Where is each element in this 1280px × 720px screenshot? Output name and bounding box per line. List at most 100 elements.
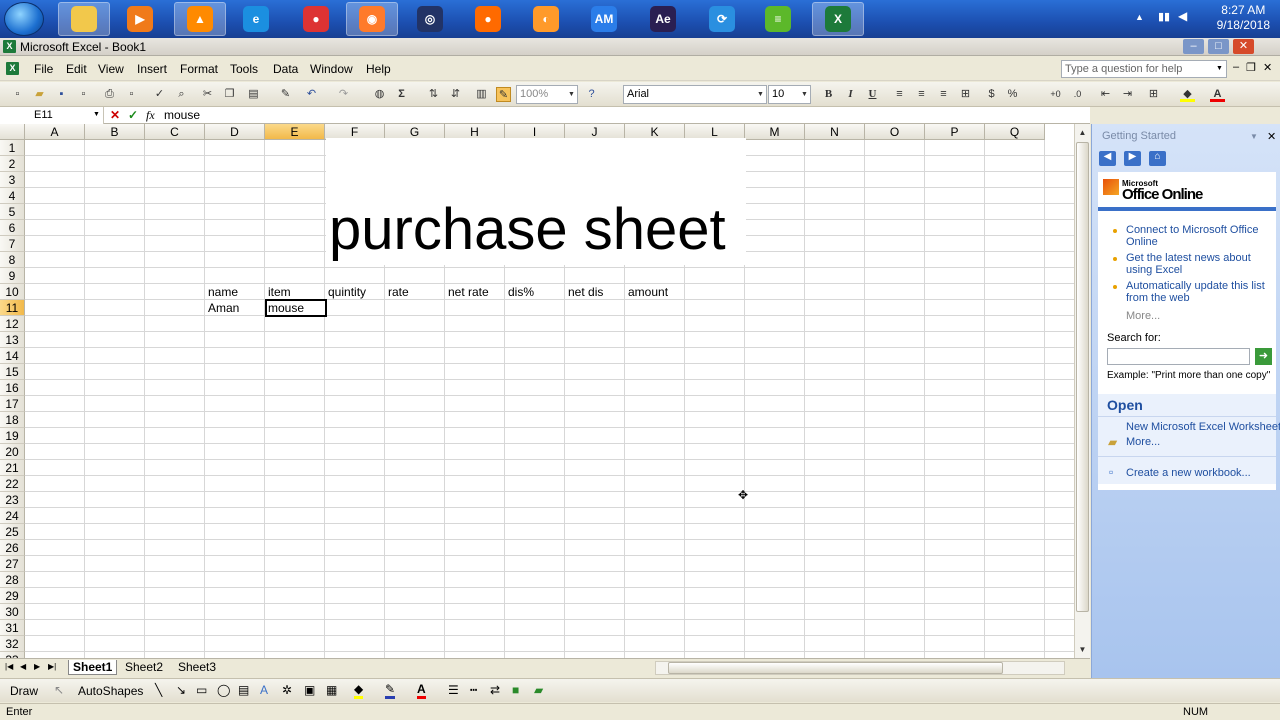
open-more-link[interactable]: More... (1126, 436, 1160, 448)
row-header-27[interactable]: 27 (0, 556, 25, 572)
column-header-a[interactable]: A (25, 124, 85, 140)
search-input[interactable] (1107, 348, 1250, 365)
row-header-22[interactable]: 22 (0, 476, 25, 492)
align-left-icon[interactable]: ≡ (892, 87, 907, 102)
tab-sheet1[interactable]: Sheet1 (68, 660, 118, 675)
vertical-scroll-thumb[interactable] (1076, 142, 1089, 612)
copy-icon[interactable]: ❐ (222, 87, 237, 102)
cell-header-net-discount[interactable]: net dis (565, 284, 603, 300)
print-icon[interactable]: ⎙ (102, 87, 117, 102)
row-header-2[interactable]: 2 (0, 156, 25, 172)
size-dropdown-icon[interactable]: ▼ (799, 86, 810, 103)
picture-icon[interactable]: ▦ (326, 683, 337, 697)
underline-button[interactable]: U (865, 87, 880, 102)
name-box-dropdown-icon[interactable]: ▼ (93, 111, 100, 118)
minimize-button[interactable]: – (1183, 39, 1204, 54)
column-header-d[interactable]: D (205, 124, 265, 140)
column-header-q[interactable]: Q (985, 124, 1045, 140)
latest-news-link[interactable]: Get the latest news about using Excel (1126, 252, 1274, 276)
first-sheet-icon[interactable]: |◀ (5, 662, 13, 671)
tab-sheet3[interactable]: Sheet3 (178, 660, 216, 674)
menu-help[interactable]: Help (366, 62, 391, 76)
row-header-10[interactable]: 10 (0, 284, 25, 300)
font-color-icon[interactable]: A (1210, 87, 1225, 102)
scroll-down-icon[interactable]: ▼ (1076, 643, 1089, 656)
row-header-3[interactable]: 3 (0, 172, 25, 188)
taskbar-app-sync-app[interactable]: ⟳ (696, 2, 748, 36)
chart-wizard-icon[interactable]: ▥ (474, 87, 489, 102)
zoom-combo[interactable]: 100% ▼ (516, 85, 578, 104)
help-icon[interactable]: ? (584, 87, 599, 102)
decrease-decimal-icon[interactable]: .0 (1070, 87, 1085, 102)
volume-icon[interactable]: ◀ (1178, 9, 1187, 23)
more-link[interactable]: More... (1126, 310, 1160, 322)
oval-icon[interactable]: ◯ (217, 683, 230, 697)
sort-ascending-icon[interactable]: ⇅ (426, 87, 441, 102)
decrease-indent-icon[interactable]: ⇤ (1098, 87, 1113, 102)
row-header-20[interactable]: 20 (0, 444, 25, 460)
undo-icon[interactable]: ↶ (304, 87, 319, 102)
cell-row11-name[interactable]: Aman (205, 300, 239, 316)
row-header-13[interactable]: 13 (0, 332, 25, 348)
sheet-title[interactable]: purchase sheet (326, 138, 746, 265)
start-button[interactable] (4, 2, 44, 36)
menu-file[interactable]: File (34, 62, 53, 76)
connect-office-link[interactable]: Connect to Microsoft Office Online (1126, 224, 1271, 248)
row-header-26[interactable]: 26 (0, 540, 25, 556)
row-header-16[interactable]: 16 (0, 380, 25, 396)
row-header-21[interactable]: 21 (0, 460, 25, 476)
cell-header-net-rate[interactable]: net rate (445, 284, 489, 300)
size-combo[interactable]: 10 ▼ (768, 85, 811, 104)
textbox-icon[interactable]: ▤ (238, 683, 249, 697)
column-header-c[interactable]: C (145, 124, 205, 140)
print-preview-icon[interactable]: ▫ (124, 87, 139, 102)
font-dropdown-icon[interactable]: ▼ (755, 86, 766, 103)
arrow-style-icon[interactable]: ⇄ (490, 683, 500, 697)
increase-indent-icon[interactable]: ⇥ (1120, 87, 1135, 102)
row-header-9[interactable]: 9 (0, 268, 25, 284)
cell-header-quantity[interactable]: quintity (325, 284, 366, 300)
paste-icon[interactable]: ▤ (246, 87, 261, 102)
new-worksheet-link[interactable]: New Microsoft Excel Worksheet (1126, 421, 1280, 433)
row-header-25[interactable]: 25 (0, 524, 25, 540)
new-icon[interactable]: ▫ (10, 87, 25, 102)
cell-header-amount[interactable]: amount (625, 284, 668, 300)
task-pane-dropdown-icon[interactable]: ▼ (1250, 132, 1258, 141)
line-color-icon[interactable]: ✎ (385, 682, 396, 699)
taskbar-app-bluestacks[interactable]: ≡ (752, 2, 804, 36)
menu-data[interactable]: Data (273, 62, 298, 76)
row-header-11[interactable]: 11 (0, 300, 25, 316)
cut-icon[interactable]: ✂ (200, 87, 215, 102)
row-header-19[interactable]: 19 (0, 428, 25, 444)
row-header-4[interactable]: 4 (0, 188, 25, 204)
taskbar-app-file-explorer[interactable] (58, 2, 110, 36)
formula-input[interactable]: mouse (164, 108, 200, 122)
auto-update-link[interactable]: Automatically update this list from the … (1126, 280, 1271, 304)
font-color-draw-icon[interactable]: A (417, 682, 426, 699)
doc-minimize-button[interactable]: – (1233, 61, 1239, 73)
font-combo[interactable]: Arial ▼ (623, 85, 767, 104)
cancel-entry-icon[interactable]: ✕ (110, 108, 120, 122)
row-header-5[interactable]: 5 (0, 204, 25, 220)
menu-edit[interactable]: Edit (66, 62, 87, 76)
row-header-12[interactable]: 12 (0, 316, 25, 332)
tab-sheet2[interactable]: Sheet2 (125, 660, 163, 674)
create-workbook-link[interactable]: Create a new workbook... (1126, 467, 1251, 479)
merge-center-icon[interactable]: ⊞ (958, 87, 973, 102)
column-header-b[interactable]: B (85, 124, 145, 140)
save-icon[interactable]: ▪ (54, 87, 69, 102)
close-button[interactable]: ✕ (1233, 39, 1254, 54)
taskbar-app-media-player[interactable]: ▶ (114, 2, 166, 36)
research-icon[interactable]: ⌕ (174, 87, 189, 102)
cell-header-name[interactable]: name (205, 284, 238, 300)
italic-button[interactable]: I (843, 87, 858, 102)
column-header-p[interactable]: P (925, 124, 985, 140)
taskbar-app-vlc[interactable]: ▲ (174, 2, 226, 36)
next-sheet-icon[interactable]: ▶ (34, 662, 40, 671)
column-header-o[interactable]: O (865, 124, 925, 140)
menu-tools[interactable]: Tools (230, 62, 258, 76)
select-objects-icon[interactable]: ↖ (54, 683, 64, 697)
fill-color-icon[interactable]: ◆ (1180, 87, 1195, 102)
row-header-17[interactable]: 17 (0, 396, 25, 412)
question-input[interactable]: Type a question for help (1061, 60, 1227, 78)
